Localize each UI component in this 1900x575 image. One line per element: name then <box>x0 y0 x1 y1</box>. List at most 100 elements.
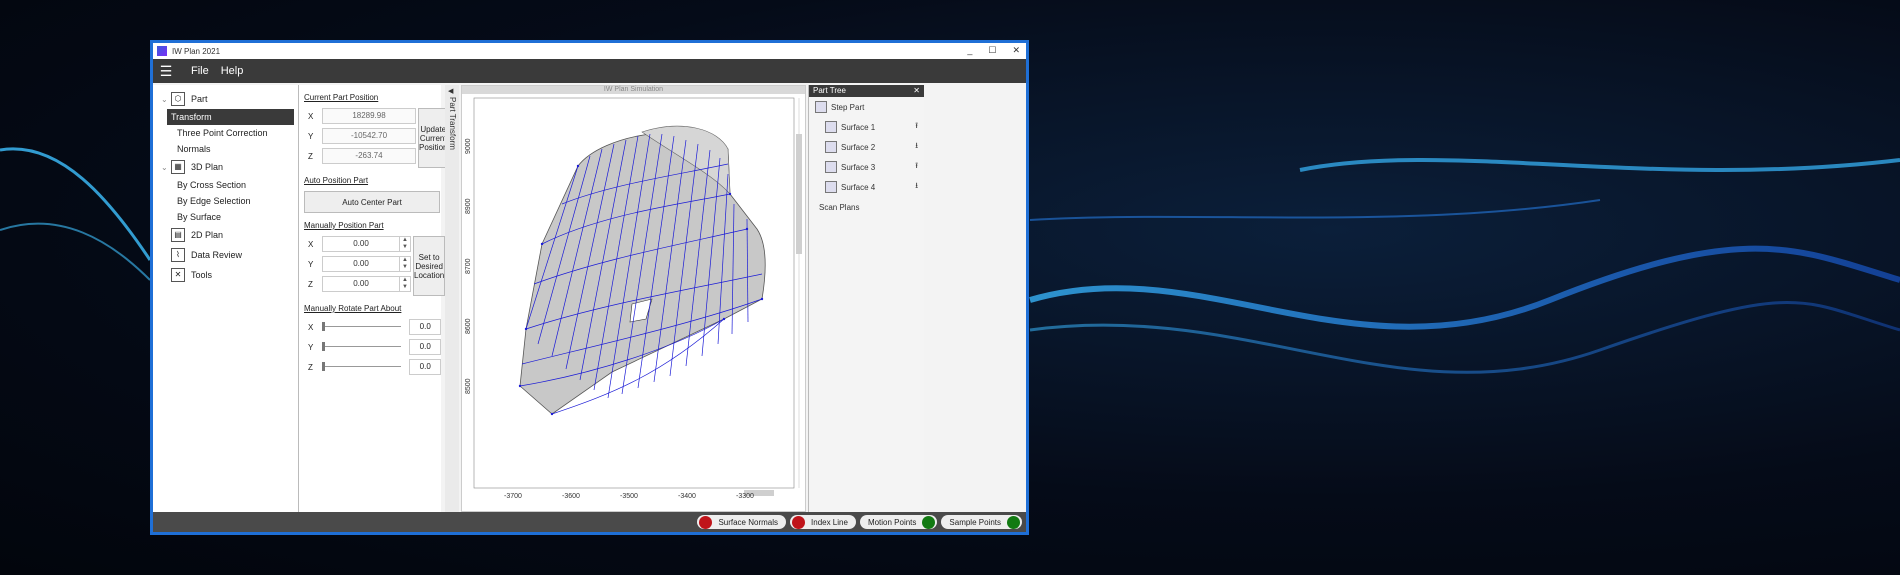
main-area: ⌄ ⬡ Part Transform Three Point Correctio… <box>153 85 1026 512</box>
y-tick-label: 9000 <box>465 138 472 154</box>
chart-icon: ⌇ <box>171 248 185 262</box>
rotate-z-value[interactable]: 0.0 <box>409 359 441 375</box>
toggle-sample-points[interactable]: Sample Points <box>941 515 1022 529</box>
manual-x-input[interactable]: 0.00 <box>322 236 400 252</box>
minimize-button[interactable]: _ <box>967 45 972 56</box>
tree-item-surface-3[interactable]: Surface 3 ⭱ <box>809 157 924 177</box>
surface-icon <box>825 161 837 173</box>
y-tick-label: 8900 <box>465 198 472 214</box>
toggle-motion-points[interactable]: Motion Points <box>859 515 938 529</box>
tree-item-label: Surface 4 <box>841 182 876 192</box>
close-icon[interactable]: ✕ <box>913 85 920 97</box>
collapse-arrow-icon[interactable]: ◀ <box>448 87 453 95</box>
nav-item-normals[interactable]: Normals <box>153 141 298 157</box>
axis-label-z: Z <box>308 362 313 372</box>
x-tick-label: -3500 <box>620 493 638 500</box>
nav-group-tools[interactable]: ✕ Tools <box>153 265 298 285</box>
rotate-y-slider[interactable] <box>320 340 403 354</box>
close-button[interactable]: ✕ <box>1012 45 1020 56</box>
tools-icon: ✕ <box>171 268 185 282</box>
manual-position-block: X 0.00 ▲ ▼ Y 0.00 ▲ ▼ Z 0.00 ▲ ▼ Set to Desired L… <box>304 236 446 296</box>
manual-y-input[interactable]: 0.00 <box>322 256 400 272</box>
toggle-surface-normals[interactable]: Surface Normals <box>697 515 787 529</box>
rotate-y-value[interactable]: 0.0 <box>409 339 441 355</box>
set-desired-location-button[interactable]: Set to Desired Location <box>413 236 446 296</box>
current-z-field: -263.74 <box>322 148 416 164</box>
simulation-canvas[interactable]: -3700 -3600 -3500 -3400 -3300 9000 8900 … <box>462 94 805 506</box>
tree-item-label: Surface 3 <box>841 162 876 172</box>
nav-item-by-surface[interactable]: By Surface <box>153 209 298 225</box>
nav-item-by-edge-selection[interactable]: By Edge Selection <box>153 193 298 209</box>
tree-item-surface-1[interactable]: Surface 1 ⭱ <box>809 117 924 137</box>
nav-item-by-cross-section[interactable]: By Cross Section <box>153 177 298 193</box>
menu-help[interactable]: Help <box>221 65 244 77</box>
rotate-z-slider[interactable] <box>320 360 403 374</box>
axis-label-z: Z <box>308 151 313 161</box>
tree-item-surface-2[interactable]: Surface 2 ⭳ <box>809 137 924 157</box>
simulation-title: IW Plan Simulation <box>462 86 805 94</box>
auto-center-part-button[interactable]: Auto Center Part <box>304 191 440 213</box>
rotate-x-value[interactable]: 0.0 <box>409 319 441 335</box>
stepper-x[interactable]: ▲ ▼ <box>400 236 411 252</box>
tree-item-label: Surface 1 <box>841 122 876 132</box>
app-icon <box>157 46 167 56</box>
nav-group-part[interactable]: ⌄ ⬡ Part <box>153 89 298 109</box>
manual-z-input[interactable]: 0.00 <box>322 276 400 292</box>
transform-panel: Current Part Position X 18289.98 Y -10542.… <box>299 85 449 512</box>
menu-file[interactable]: File <box>191 65 209 77</box>
stepper-z[interactable]: ▲ ▼ <box>400 276 411 292</box>
nav-group-label: Tools <box>191 270 213 280</box>
x-tick-label: -3300 <box>736 493 754 500</box>
tree-item-scan-plans[interactable]: Scan Plans <box>809 197 924 217</box>
part-transform-tab-label: Part Transform <box>448 97 457 150</box>
nav-item-three-point-correction[interactable]: Three Point Correction <box>153 125 298 141</box>
y-tick-label: 8600 <box>465 318 472 334</box>
x-tick-label: -3600 <box>562 493 580 500</box>
auto-position-title: Auto Position Part <box>304 176 369 185</box>
hamburger-icon[interactable]: ☰ <box>153 63 179 80</box>
y-tick-label: 8700 <box>465 258 472 274</box>
current-y-field: -10542.70 <box>322 128 416 144</box>
toggle-index-line[interactable]: Index Line <box>790 515 856 529</box>
nav-group-data-review[interactable]: ⌇ Data Review <box>153 245 298 265</box>
nav-group-label: Part <box>191 94 208 104</box>
nav-item-transform[interactable]: Transform <box>167 109 294 125</box>
toggle-indicator <box>922 515 936 529</box>
simulation-view[interactable]: IW Plan Simulation -3700 -3600 -3500 -34… <box>461 85 806 512</box>
grid-3d-icon: ▦ <box>171 160 185 174</box>
tree-item-surface-4[interactable]: Surface 4 ⭳ <box>809 177 924 197</box>
grid-2d-icon: ▤ <box>171 228 185 242</box>
stepper-y[interactable]: ▲ ▼ <box>400 256 411 272</box>
app-window: IW Plan 2021 _ ☐ ✕ ☰ File Help ⌄ ⬡ Part … <box>150 40 1029 535</box>
up-arrow-icon[interactable]: ⭱ <box>915 160 918 174</box>
window-title: IW Plan 2021 <box>172 46 221 56</box>
current-position-title: Current Part Position <box>304 93 379 102</box>
cube-icon: ⬡ <box>171 92 185 106</box>
axis-label-y: Y <box>308 342 314 352</box>
down-arrow-icon[interactable]: ⭳ <box>915 180 918 194</box>
nav-group-label: 2D Plan <box>191 230 224 240</box>
nav-group-3d-plan[interactable]: ⌄ ▦ 3D Plan <box>153 157 298 177</box>
rotate-title: Manually Rotate Part About <box>304 304 402 313</box>
vertical-scrollbar <box>796 134 802 254</box>
toggle-indicator <box>699 515 713 529</box>
y-tick-label: 8500 <box>465 378 472 394</box>
chevron-down-icon: ⌄ <box>161 94 168 104</box>
toggle-indicator <box>792 515 806 529</box>
rotate-x-slider[interactable] <box>320 320 403 334</box>
update-current-position-button[interactable]: Update Current Position <box>418 108 449 168</box>
surface-icon <box>825 121 837 133</box>
toggle-label: Sample Points <box>949 517 1001 527</box>
up-arrow-icon[interactable]: ⭱ <box>915 120 918 134</box>
toggle-label: Motion Points <box>867 517 917 527</box>
tree-item-label: Scan Plans <box>819 202 860 212</box>
down-arrow-icon[interactable]: ⭳ <box>915 140 918 154</box>
tree-item-label: Step Part <box>831 102 865 112</box>
nav-group-label: 3D Plan <box>191 162 224 172</box>
part-transform-tab[interactable]: ◀ Part Transform <box>445 85 459 512</box>
current-x-field: 18289.98 <box>322 108 416 124</box>
nav-group-2d-plan[interactable]: ▤ 2D Plan <box>153 225 298 245</box>
maximize-button[interactable]: ☐ <box>988 45 996 56</box>
tree-item-step-part[interactable]: Step Part <box>809 97 924 117</box>
nav-sidebar: ⌄ ⬡ Part Transform Three Point Correctio… <box>153 85 299 512</box>
